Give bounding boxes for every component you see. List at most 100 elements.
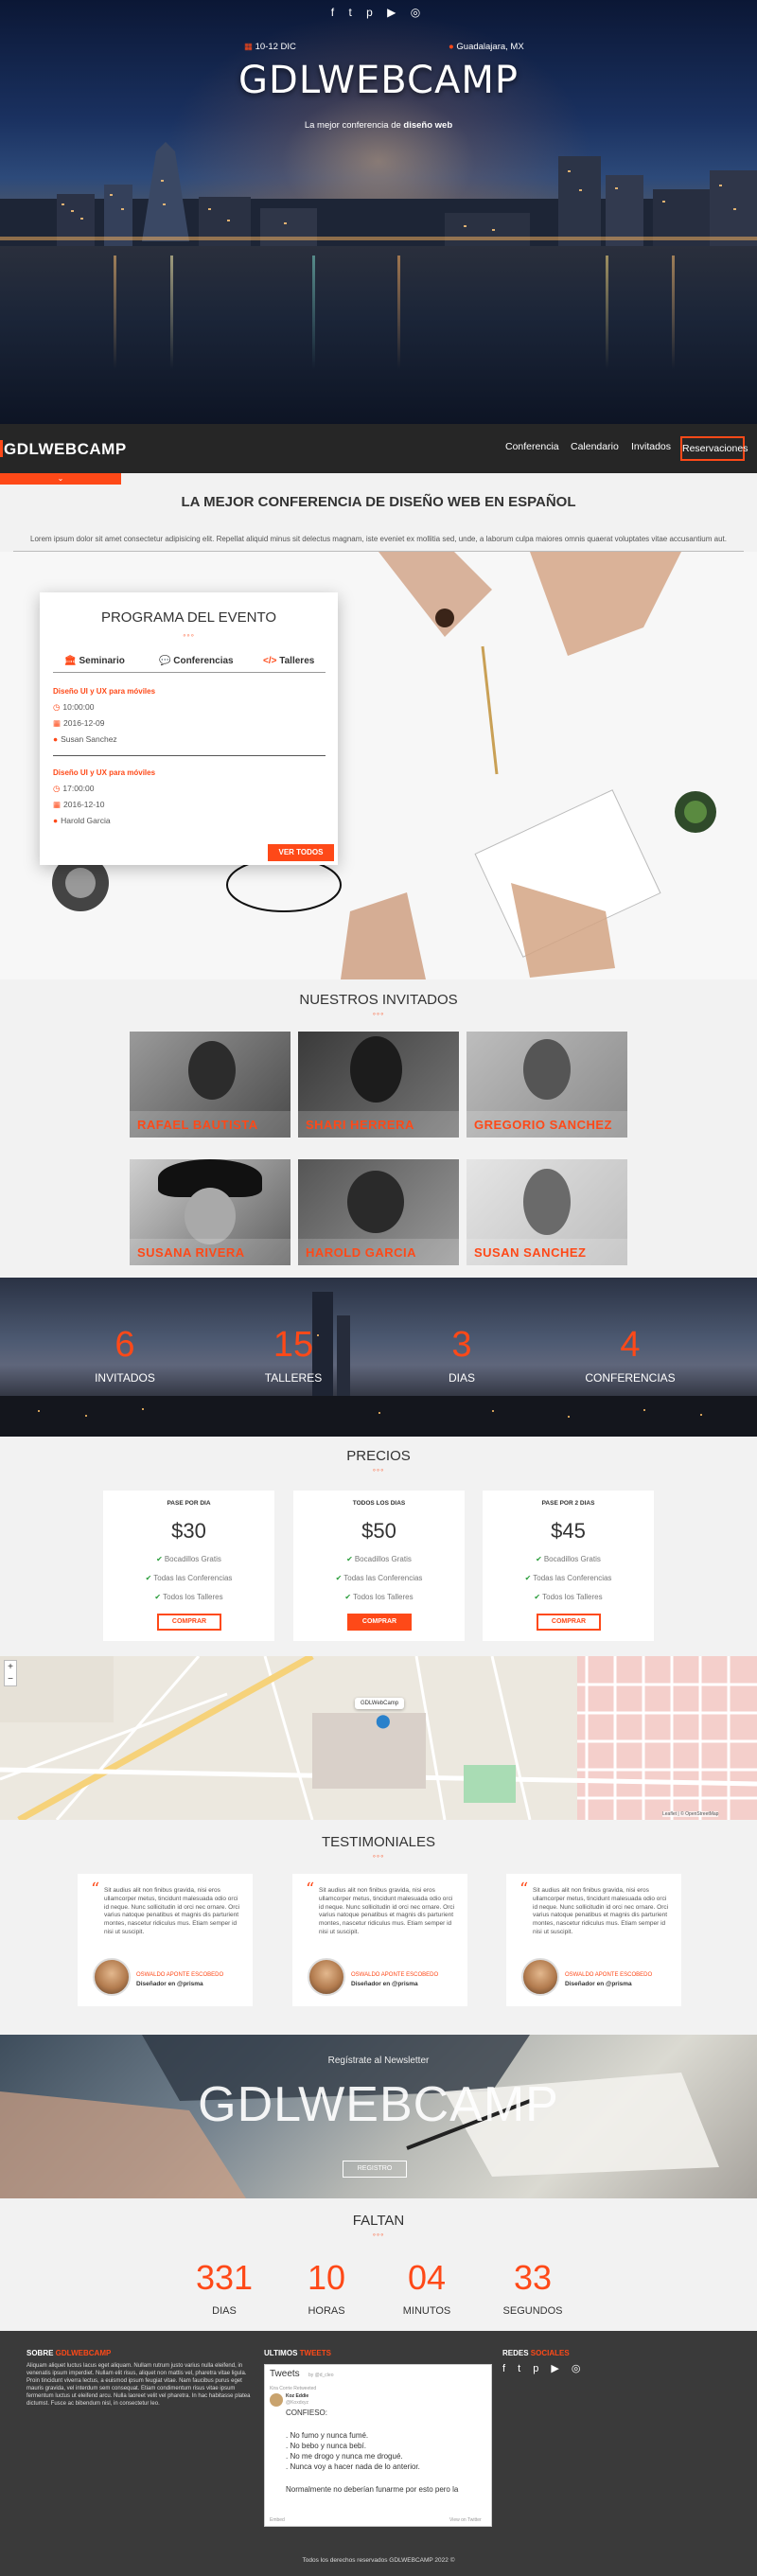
event-title: Diseño UI y UX para móviles xyxy=(53,768,156,777)
widget-by[interactable]: by @d_cleo xyxy=(308,2373,333,2378)
check-icon: ✔ xyxy=(536,1555,542,1563)
divider xyxy=(53,672,326,673)
code-icon: </> xyxy=(263,656,277,666)
feature-text: Bocadillos Gratis xyxy=(164,1555,221,1563)
location-map[interactable]: + − GDLWebCamp ⬤ Leaflet | © OpenStreetMa… xyxy=(0,1656,757,1820)
event-time-text: 10:00:00 xyxy=(62,702,95,712)
heading-accent: GDLWEBCAMP xyxy=(55,2349,112,2357)
light-reflection xyxy=(114,256,116,369)
guest-card[interactable]: RAFAEL BAUTISTA xyxy=(130,1032,290,1138)
stat-value: 6 xyxy=(114,1325,135,1365)
heading-text: ULTIMOS xyxy=(264,2349,300,2357)
buy-button[interactable]: COMPRAR xyxy=(347,1614,412,1631)
embed-link[interactable]: Embed xyxy=(270,2517,285,2523)
event-date: ▦ 10-12 DIC xyxy=(244,42,296,52)
nav-brand-logo[interactable]: GDLWEBCAMP xyxy=(0,440,127,459)
chevron-down-icon: ⌄ xyxy=(57,474,64,483)
footer-social-links[interactable]: f t p ▶ ◎ xyxy=(502,2362,586,2374)
buy-button[interactable]: COMPRAR xyxy=(537,1614,601,1631)
guest-card[interactable]: SUSAN SANCHEZ xyxy=(467,1159,627,1265)
nav-item-invitados[interactable]: Invitados xyxy=(631,441,671,452)
calendar-icon: ▦ xyxy=(53,800,62,809)
countdown-value: 33 xyxy=(513,2258,553,2297)
ver-todos-button[interactable]: VER TODOS xyxy=(268,844,334,861)
feature-text: Bocadillos Gratis xyxy=(354,1555,412,1563)
plan-price: $50 xyxy=(361,1519,396,1543)
newsletter-logo: GDLWEBCAMP xyxy=(198,2077,559,2132)
feature-text: Todas las Conferencias xyxy=(153,1574,233,1582)
nav-reservaciones-button[interactable]: Reservaciones xyxy=(680,436,748,461)
zoom-out-button[interactable]: − xyxy=(5,1673,16,1685)
tab-conferencias[interactable]: 💬 Conferencias xyxy=(159,656,234,666)
nav-item-calendario[interactable]: Calendario xyxy=(571,441,619,452)
guest-card[interactable]: HAROLD GARCIA xyxy=(298,1159,459,1265)
plan-feature: ✔ Todos los Talleres xyxy=(103,1593,274,1601)
twitter-widget[interactable]: Tweets by @d_cleo Kira Corrie Retweeted … xyxy=(264,2364,492,2527)
countdown-label: HORAS xyxy=(308,2305,345,2317)
plan-feature: ✔ Bocadillos Gratis xyxy=(293,1555,465,1563)
avatar xyxy=(270,2393,283,2407)
view-on-twitter-link[interactable]: View on Twitter xyxy=(449,2517,482,2523)
clock-icon: ◷ xyxy=(53,702,61,712)
event-title: Diseño UI y UX para móviles xyxy=(53,687,156,696)
tweet-user[interactable]: Koz Eddie xyxy=(286,2393,308,2399)
newsletter-register-button[interactable]: REGISTRO xyxy=(343,2161,407,2178)
stat-label: CONFERENCIAS xyxy=(585,1371,676,1385)
divider xyxy=(53,755,326,756)
program-title: PROGRAMA DEL EVENTO xyxy=(100,609,277,626)
light-reflection xyxy=(672,256,675,369)
tweet-handle[interactable]: @Koxdxyz xyxy=(286,2400,308,2406)
event-location-text: Guadalajara, MX xyxy=(456,42,524,52)
plan-feature: ✔ Todas las Conferencias xyxy=(483,1574,654,1582)
city-skyline-image xyxy=(0,142,757,246)
heading-accent: TWEETS xyxy=(299,2349,331,2357)
event-date: ▦ 2016-12-10 xyxy=(53,800,105,810)
calendar-icon: ▦ xyxy=(244,42,253,52)
map-attribution[interactable]: Leaflet | © OpenStreetMap xyxy=(662,1811,719,1817)
plan-feature: ✔ Bocadillos Gratis xyxy=(103,1555,274,1563)
guest-card[interactable]: SUSANA RIVERA xyxy=(130,1159,290,1265)
hero-social-links[interactable]: f t p ▶ ◎ xyxy=(0,6,757,19)
testimonial-card: “ Sit audius alit non finibus gravida, n… xyxy=(78,1874,253,2006)
guest-card[interactable]: SHARI HERRERA xyxy=(298,1032,459,1138)
stat-label: TALLERES xyxy=(264,1371,323,1385)
testimonial-role: Diseñador en @prisma xyxy=(136,1981,203,1987)
check-icon: ✔ xyxy=(524,1574,532,1582)
title-dots: ◦◦◦ xyxy=(183,630,195,640)
tweet-line: . No fumo y nunca fumé. xyxy=(286,2431,369,2440)
footer-about-text: Aliquam aliquet luctus lacus eget aliqua… xyxy=(26,2363,251,2408)
map-zoom-controls[interactable]: + − xyxy=(4,1660,17,1686)
guest-name: HAROLD GARCIA xyxy=(306,1245,416,1260)
main-navbar: GDLWEBCAMP Conferencia Calendario Invita… xyxy=(0,424,757,473)
testimonial-role: Diseñador en @prisma xyxy=(351,1981,418,1987)
plan-name: PASE POR DIA xyxy=(167,1500,211,1507)
tweet-line: . No me drogo y nunca me drogué. xyxy=(286,2452,403,2461)
feature-text: Todos los Talleres xyxy=(353,1593,414,1601)
plan-name: TODOS LOS DIAS xyxy=(352,1500,406,1507)
light-reflection xyxy=(606,256,608,369)
footer-about-heading: SOBRE GDLWEBCAMP xyxy=(26,2349,111,2357)
stat-label: INVITADOS xyxy=(95,1371,155,1385)
guest-card[interactable]: GREGORIO SANCHEZ xyxy=(467,1032,627,1138)
check-icon: ✔ xyxy=(344,1593,352,1601)
event-speaker-text: Harold Garcia xyxy=(61,816,111,825)
testimonial-text: Sit audius alit non finibus gravida, nis… xyxy=(319,1887,455,1935)
heading-text: SOBRE xyxy=(26,2349,56,2357)
map-marker-icon[interactable]: ⬤ xyxy=(376,1713,391,1729)
event-speaker-text: Susan Sanchez xyxy=(61,734,117,744)
tab-talleres[interactable]: </> Talleres xyxy=(263,656,314,666)
tab-seminario[interactable]: 🏛 Seminario xyxy=(64,656,125,666)
title-dots: ◦◦◦ xyxy=(372,1465,385,1474)
plan-price: $45 xyxy=(551,1519,586,1543)
guest-photo xyxy=(523,1039,571,1100)
plan-feature: ✔ Todas las Conferencias xyxy=(293,1574,465,1582)
buy-button[interactable]: COMPRAR xyxy=(157,1614,221,1631)
zoom-in-button[interactable]: + xyxy=(5,1661,16,1673)
nav-item-conferencia[interactable]: Conferencia xyxy=(505,441,559,452)
footer-social-heading: REDES SOCIALES xyxy=(502,2349,570,2357)
program-card: PROGRAMA DEL EVENTO ◦◦◦ 🏛 Seminario 💬 Co… xyxy=(40,592,338,865)
map-tiles xyxy=(0,1656,757,1820)
avatar xyxy=(308,1958,345,1996)
event-date-text: 2016-12-09 xyxy=(63,718,105,728)
avatar xyxy=(93,1958,131,1996)
